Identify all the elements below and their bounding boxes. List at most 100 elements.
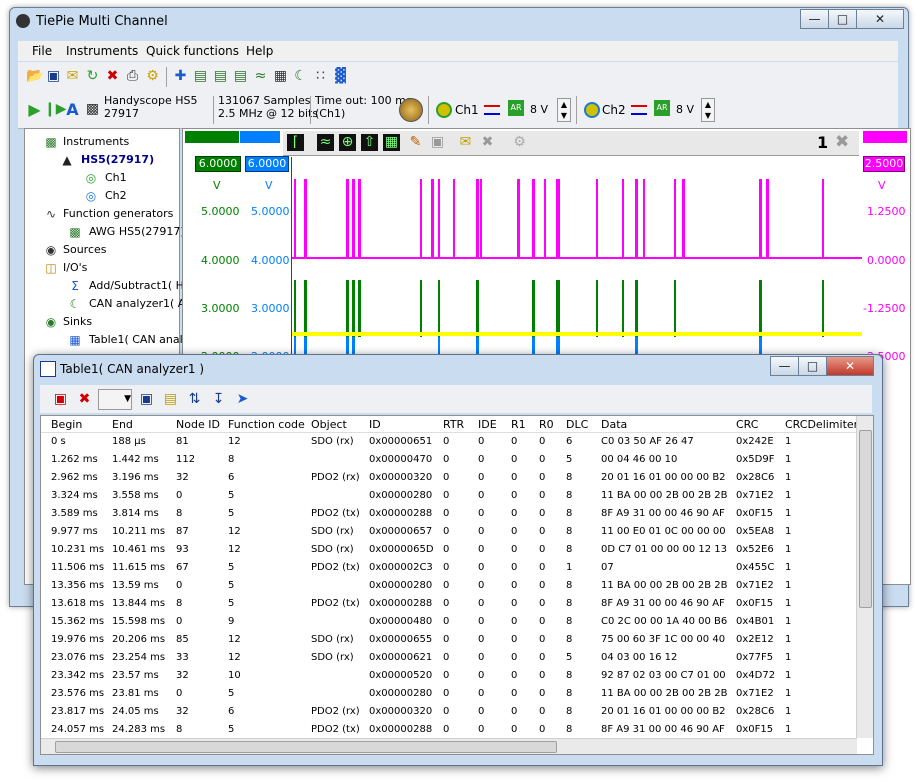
delete-icon[interactable]: ✖ — [104, 68, 121, 85]
graph-save-icon[interactable]: ▣ — [429, 134, 446, 151]
tree-item-ios[interactable]: I/O's — [63, 261, 87, 274]
auto-setup-icon[interactable]: A — [64, 101, 81, 118]
ch2-range-spinner[interactable]: ▲ ▼ — [701, 98, 715, 122]
col-r0[interactable]: R0 — [539, 418, 554, 431]
col-crc[interactable]: CRC — [736, 418, 758, 431]
math-axis-header[interactable] — [863, 131, 907, 143]
table-save-icon[interactable]: ▣ — [138, 391, 155, 408]
open-icon[interactable]: 📂 — [26, 68, 43, 85]
table-row[interactable]: 15.362 ms 15.598 ms 0 9 0x00000480 0 0 0 0 8 C0 2C… — [41, 612, 857, 630]
trigger-timeout[interactable]: Time out: 100 ms (Ch1) — [315, 94, 412, 120]
table-row[interactable]: 24.057 ms 24.283 ms 8 5 PDO2 (tx) 0x00000288 0… — [41, 720, 857, 738]
pin-icon[interactable]: ➤ — [234, 391, 251, 408]
col-begin[interactable]: Begin — [51, 418, 82, 431]
graph-tool-icon-1[interactable]: ⌈ — [287, 134, 304, 151]
graph-close-icon[interactable]: ✖ — [835, 132, 849, 152]
col-r1[interactable]: R1 — [511, 418, 526, 431]
email-icon[interactable]: ✉ — [64, 68, 81, 85]
table-row[interactable]: 3.324 ms 3.558 ms 0 5 0x00000280 0 0 0 0 8 11 BA 0… — [41, 486, 857, 504]
can-icon[interactable]: ☾ — [292, 68, 309, 85]
vertical-scroll-thumb[interactable] — [859, 430, 872, 608]
tree-item-sinks[interactable]: Sinks — [63, 315, 92, 328]
table-row[interactable]: 23.342 ms 23.57 ms 32 10 0x00000520 0 0 0 0 8 92 8… — [41, 666, 857, 684]
serial-icon[interactable]: ▓ — [332, 68, 349, 85]
col-end[interactable]: End — [112, 418, 133, 431]
table-row[interactable]: 11.506 ms 11.615 ms 67 5 PDO2 (tx) 0x000002C3… — [41, 558, 857, 576]
fit-columns-icon[interactable]: ↧ — [210, 391, 227, 408]
clear-icon[interactable]: ▣ — [52, 391, 69, 408]
delete-rows-icon[interactable]: ✖ — [76, 391, 93, 408]
xy-plot-icon[interactable]: ▤ — [212, 68, 229, 85]
col-object[interactable]: Object — [311, 418, 347, 431]
table-row[interactable]: 23.817 ms 24.05 ms 32 6 PDO2 (rx) 0x00000320 0… — [41, 702, 857, 720]
pen-icon[interactable]: ✎ — [407, 134, 424, 151]
menu-file[interactable]: File — [32, 44, 52, 58]
table-close-button[interactable]: ✕ — [826, 356, 874, 376]
ch1-coupling-icon[interactable] — [484, 105, 500, 115]
ch1-range-spinner[interactable]: ▲ ▼ — [557, 98, 571, 122]
table-row[interactable]: 2.962 ms 3.196 ms 32 6 PDO2 (rx) 0x00000320 0 0… — [41, 468, 857, 486]
table-row[interactable]: 23.076 ms 23.254 ms 33 12 SDO (rx) 0x00000621… — [41, 648, 857, 666]
column-dropdown[interactable]: ▼ — [98, 389, 132, 410]
tree-item-hs5[interactable]: HS5(27917) — [81, 153, 154, 166]
col-node-id[interactable]: Node ID — [176, 418, 220, 431]
single-shot-icon[interactable]: ❙▶ — [44, 101, 67, 118]
graph-settings-icon[interactable]: ⚙ — [511, 134, 528, 151]
refresh-icon[interactable]: ↻ — [84, 68, 101, 85]
col-function-code[interactable]: Function code — [228, 418, 305, 431]
table-horizontal-scrollbar[interactable] — [41, 738, 857, 754]
print-icon[interactable]: ⎙ — [124, 68, 141, 85]
can-table[interactable]: Begin End Node ID Function code Object I… — [40, 415, 874, 755]
copy-icon[interactable]: ▤ — [162, 391, 179, 408]
graph-tool-icon-3[interactable]: ⊕ — [339, 134, 356, 151]
menu-help[interactable]: Help — [246, 44, 273, 58]
close-button[interactable]: ✕ — [856, 9, 904, 29]
table-row[interactable]: 10.231 ms 10.461 ms 93 12 SDO (rx) 0x0000065D… — [41, 540, 857, 558]
waveform-icon[interactable]: ≈ — [252, 68, 269, 85]
i2c-icon[interactable]: ∷ — [312, 68, 329, 85]
col-rtr[interactable]: RTR — [443, 418, 464, 431]
settings-icon[interactable]: ⚙ — [144, 68, 161, 85]
meter-icon[interactable]: ▦ — [272, 68, 289, 85]
title-bar[interactable]: TiePie Multi Channel — □ ✕ — [10, 8, 908, 38]
fft-plot-icon[interactable]: ▤ — [232, 68, 249, 85]
col-data[interactable]: Data — [601, 418, 627, 431]
yt-plot-icon[interactable]: ▤ — [192, 68, 209, 85]
tree-item-sources[interactable]: Sources — [63, 243, 107, 256]
col-id[interactable]: ID — [369, 418, 381, 431]
comment-icon[interactable]: ✉ — [457, 134, 474, 151]
tree-item-table[interactable]: Table1( CAN analy — [89, 333, 189, 346]
table-row[interactable]: 1.262 ms 1.442 ms 112 8 0x00000470 0 0 0 0 5 00 04… — [41, 450, 857, 468]
table-row[interactable]: 13.356 ms 13.59 ms 0 5 0x00000280 0 0 0 0 8 11 BA … — [41, 576, 857, 594]
tree-item-ch2[interactable]: Ch2 — [105, 189, 127, 202]
table-maximize-button[interactable]: □ — [798, 356, 827, 376]
ch2-axis-header[interactable] — [240, 131, 280, 143]
table-row[interactable]: 9.977 ms 10.211 ms 87 12 SDO (rx) 0x00000657 0… — [41, 522, 857, 540]
menu-instruments[interactable]: Instruments — [66, 44, 138, 58]
col-dlc[interactable]: DLC — [566, 418, 588, 431]
menu-quick-functions[interactable]: Quick functions — [146, 44, 239, 58]
ch1-icon[interactable] — [436, 102, 452, 118]
save-icon[interactable]: ▣ — [45, 68, 62, 85]
graph-delete-icon[interactable]: ✖ — [479, 134, 496, 151]
table-minimize-button[interactable]: — — [770, 356, 799, 376]
col-crc-delimiter[interactable]: CRCDelimiter — [785, 418, 858, 431]
ch2-coupling-icon[interactable] — [631, 105, 647, 115]
math-top-value[interactable]: 2.5000 — [863, 156, 905, 172]
graph-tool-icon-2[interactable]: ≈ — [317, 134, 334, 151]
tree-item-add-subtract[interactable]: Add/Subtract1( HS — [89, 279, 191, 292]
ch2-top-value[interactable]: 6.0000 — [245, 156, 289, 172]
record-info[interactable]: 131067 Samples 2.5 MHz @ 12 bits — [218, 94, 318, 120]
tree-item-function-generators[interactable]: Function generators — [63, 207, 173, 220]
tree-item-awg[interactable]: AWG HS5(27917) — [89, 225, 185, 238]
play-icon[interactable]: ▶ — [26, 101, 43, 118]
tree-item-ch1[interactable]: Ch1 — [105, 171, 127, 184]
table-row[interactable]: 13.618 ms 13.844 ms 8 5 PDO2 (tx) 0x00000288 0… — [41, 594, 857, 612]
timeout-knob[interactable] — [399, 98, 423, 122]
minimize-button[interactable]: — — [800, 9, 829, 29]
graph-tool-icon-4[interactable]: ⇧ — [361, 134, 378, 151]
table-row[interactable]: 19.976 ms 20.206 ms 85 12 SDO (rx) 0x00000655… — [41, 630, 857, 648]
ch2-icon[interactable] — [584, 102, 600, 118]
table-row[interactable]: 3.589 ms 3.814 ms 8 5 PDO2 (tx) 0x00000288 0 0 0… — [41, 504, 857, 522]
table-row[interactable]: 23.576 ms 23.81 ms 0 5 0x00000280 0 0 0 0 8 11 BA … — [41, 684, 857, 702]
